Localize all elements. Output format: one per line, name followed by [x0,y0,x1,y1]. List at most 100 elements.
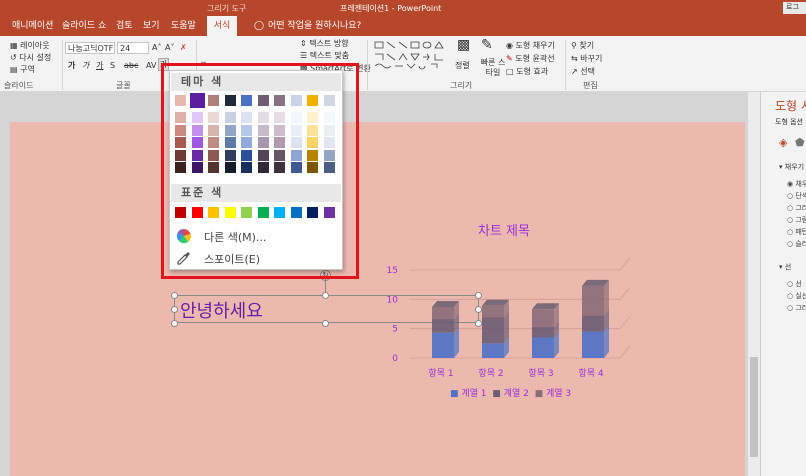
y-tick-label: 15 [387,266,398,276]
resize-handle[interactable] [171,292,178,299]
font-name-select[interactable]: 나눔고딕OTF [65,42,115,54]
gridline [619,287,631,300]
fill-option[interactable]: ○ 단색 [787,190,806,202]
fill-option-label: 그림 [795,216,806,224]
grow-font-icon[interactable]: A˄ [152,42,161,53]
shape-effects-label: 도형 효과 [516,67,549,76]
group-editing-label: 편집 [583,81,598,90]
chart[interactable]: 차트 제목 15 10 5 0 항목 1 항목 2 항목 3 항목 4 ■ 계열 1 ■ 계열… [360,218,640,399]
tab-animations[interactable]: 애니메이션 [12,16,53,36]
fill-options: ◉ 채우 ○ 단색 ○ 그라 ○ 그림 ○ 패턴 ○ 슬라 [787,178,806,250]
gridline [619,257,631,271]
resize-handle[interactable] [322,320,329,327]
arrange-icon[interactable]: ▩ [457,38,470,52]
annotation-highlight-box [161,63,359,279]
fill-section-header[interactable]: ▾ 채우기 [779,162,804,172]
bar-segment [582,331,604,358]
divider [565,40,566,90]
quick-styles-icon[interactable]: ✎ [481,38,493,52]
italic-icon[interactable]: 가 [82,60,89,71]
bar-segment [532,309,554,327]
legend-label: 계열 2 [503,389,529,399]
ribbon: ▦ 레이아웃 ↺ 다시 설정 ▤ 구역 슬라이드 나눔고딕OTF 24 A˄ A… [0,36,806,92]
font-size-select[interactable]: 24 [117,42,149,54]
vertical-scrollbar[interactable] [748,92,760,476]
bar-segment [432,306,454,319]
line-section-header[interactable]: ▾ 선 [779,262,791,272]
fill-option-label: 패턴 [795,228,806,236]
window-title: 프레젠테이션1 - PowerPoint [340,4,442,13]
underline-icon[interactable]: 가 [96,60,103,71]
shadow-icon[interactable]: S [110,60,115,71]
layout-label: 레이아웃 [20,41,50,50]
scrollbar-thumb[interactable] [750,357,758,457]
fill-option[interactable]: ○ 그림 [787,214,806,226]
chart-plot: 15 10 5 0 항목 1 항목 2 항목 3 항목 4 [387,257,631,379]
text-align-label: 텍스트 맞춤 [309,51,350,60]
bar-segment [582,315,604,332]
x-tick-label: 항목 2 [478,368,503,379]
clear-format-icon[interactable]: ✗ [180,42,187,53]
fill-option[interactable]: ○ 패턴 [787,226,806,238]
fill-option[interactable]: ◉ 채우 [787,178,806,190]
shape-outline-button[interactable]: ✎ 도형 윤곽선 [506,53,555,64]
line-section-label: 선 [784,263,792,271]
shape-effects-button[interactable]: □ 도형 효과 [506,66,548,77]
text-align-button[interactable]: ☰ 텍스트 맞춤 [300,50,349,61]
tell-me-search[interactable]: 어떤 작업을 원하시나요? [268,16,361,36]
find-button[interactable]: ⚲ 찾기 [571,40,594,51]
shape-outline-label: 도형 윤곽선 [515,54,555,63]
quick-styles-label[interactable]: 빠른 스타일 [478,58,508,78]
lightbulb-icon: ◯ [254,21,265,31]
group-slides-label: 슬라이드 [4,81,34,90]
sign-in-button[interactable]: 로그 [783,2,806,14]
textbox-text[interactable]: 안녕하세요 [180,297,263,323]
section-button[interactable]: ▤ 구역 [10,64,35,75]
tab-format[interactable]: 서식 [207,16,237,36]
x-tick-label: 항목 3 [528,368,553,379]
line-options: ○ 선 ○ 실선 ○ 그라 [787,278,806,314]
group-font-label: 글꼴 [116,81,131,90]
divider [367,40,368,90]
pentagon-icon[interactable]: ⬟ [795,136,805,149]
fill-bucket-icon[interactable]: ◈ [779,136,787,149]
line-option[interactable]: ○ 그라 [787,302,806,314]
legend-swatch: ■ [450,389,459,399]
legend-label: 계열 3 [545,389,572,399]
shape-fill-button[interactable]: ◉ 도형 채우기 [506,40,555,51]
line-option[interactable]: ○ 실선 [787,290,806,302]
resize-handle[interactable] [171,320,178,327]
reset-button[interactable]: ↺ 다시 설정 [10,52,51,63]
fill-section-label: 채우기 [784,163,805,171]
fill-option[interactable]: ○ 슬라 [787,238,806,250]
select-button[interactable]: ↗ 선택 [571,66,595,77]
resize-handle[interactable] [322,292,329,299]
bold-icon[interactable]: 가 [68,60,75,71]
ribbon-tab-bar: 애니메이션 슬라이드 쇼 검토 보기 도움말 서식 ◯ 어떤 작업을 원하시나요… [0,16,806,36]
format-shape-pane: 도형 서 도형 옵션 ◈ ⬟ ▾ 채우기 ◉ 채우 ○ 단색 ○ 그라 ○ 그림… [760,92,806,476]
tab-slideshow[interactable]: 슬라이드 쇼 [62,16,106,36]
strike-icon[interactable]: abc [124,60,138,71]
spacing-icon[interactable]: AV [146,60,156,71]
gridline [619,316,631,329]
resize-handle[interactable] [171,306,178,313]
tab-help[interactable]: 도움말 [171,16,196,36]
context-label: 그리기 도구 [207,4,247,13]
text-direction-button[interactable]: ⇕ 텍스트 방향 [300,38,349,49]
line-option[interactable]: ○ 선 [787,278,806,290]
fill-option[interactable]: ○ 그라 [787,202,806,214]
shrink-font-icon[interactable]: A˅ [165,42,174,53]
slide[interactable]: ↻ 안녕하세요 차트 제목 15 10 5 0 항목 1 항목 2 항목 3 항목 4 ■ 계… [10,122,745,476]
y-tick-label: 5 [392,325,398,335]
bar-segment [432,318,454,333]
shapes-gallery[interactable] [373,40,453,74]
fill-option-label: 채우 [795,180,806,188]
line-option-label: 선 [795,280,802,288]
replace-button[interactable]: ⇆ 바꾸기 [571,53,602,64]
arrange-label[interactable]: 정렬 [455,60,470,71]
tab-review[interactable]: 검토 [116,16,133,36]
bar-segment [482,343,504,358]
pane-subtitle[interactable]: 도형 옵션 [775,117,803,127]
tab-view[interactable]: 보기 [143,16,160,36]
layout-button[interactable]: ▦ 레이아웃 [10,40,50,51]
